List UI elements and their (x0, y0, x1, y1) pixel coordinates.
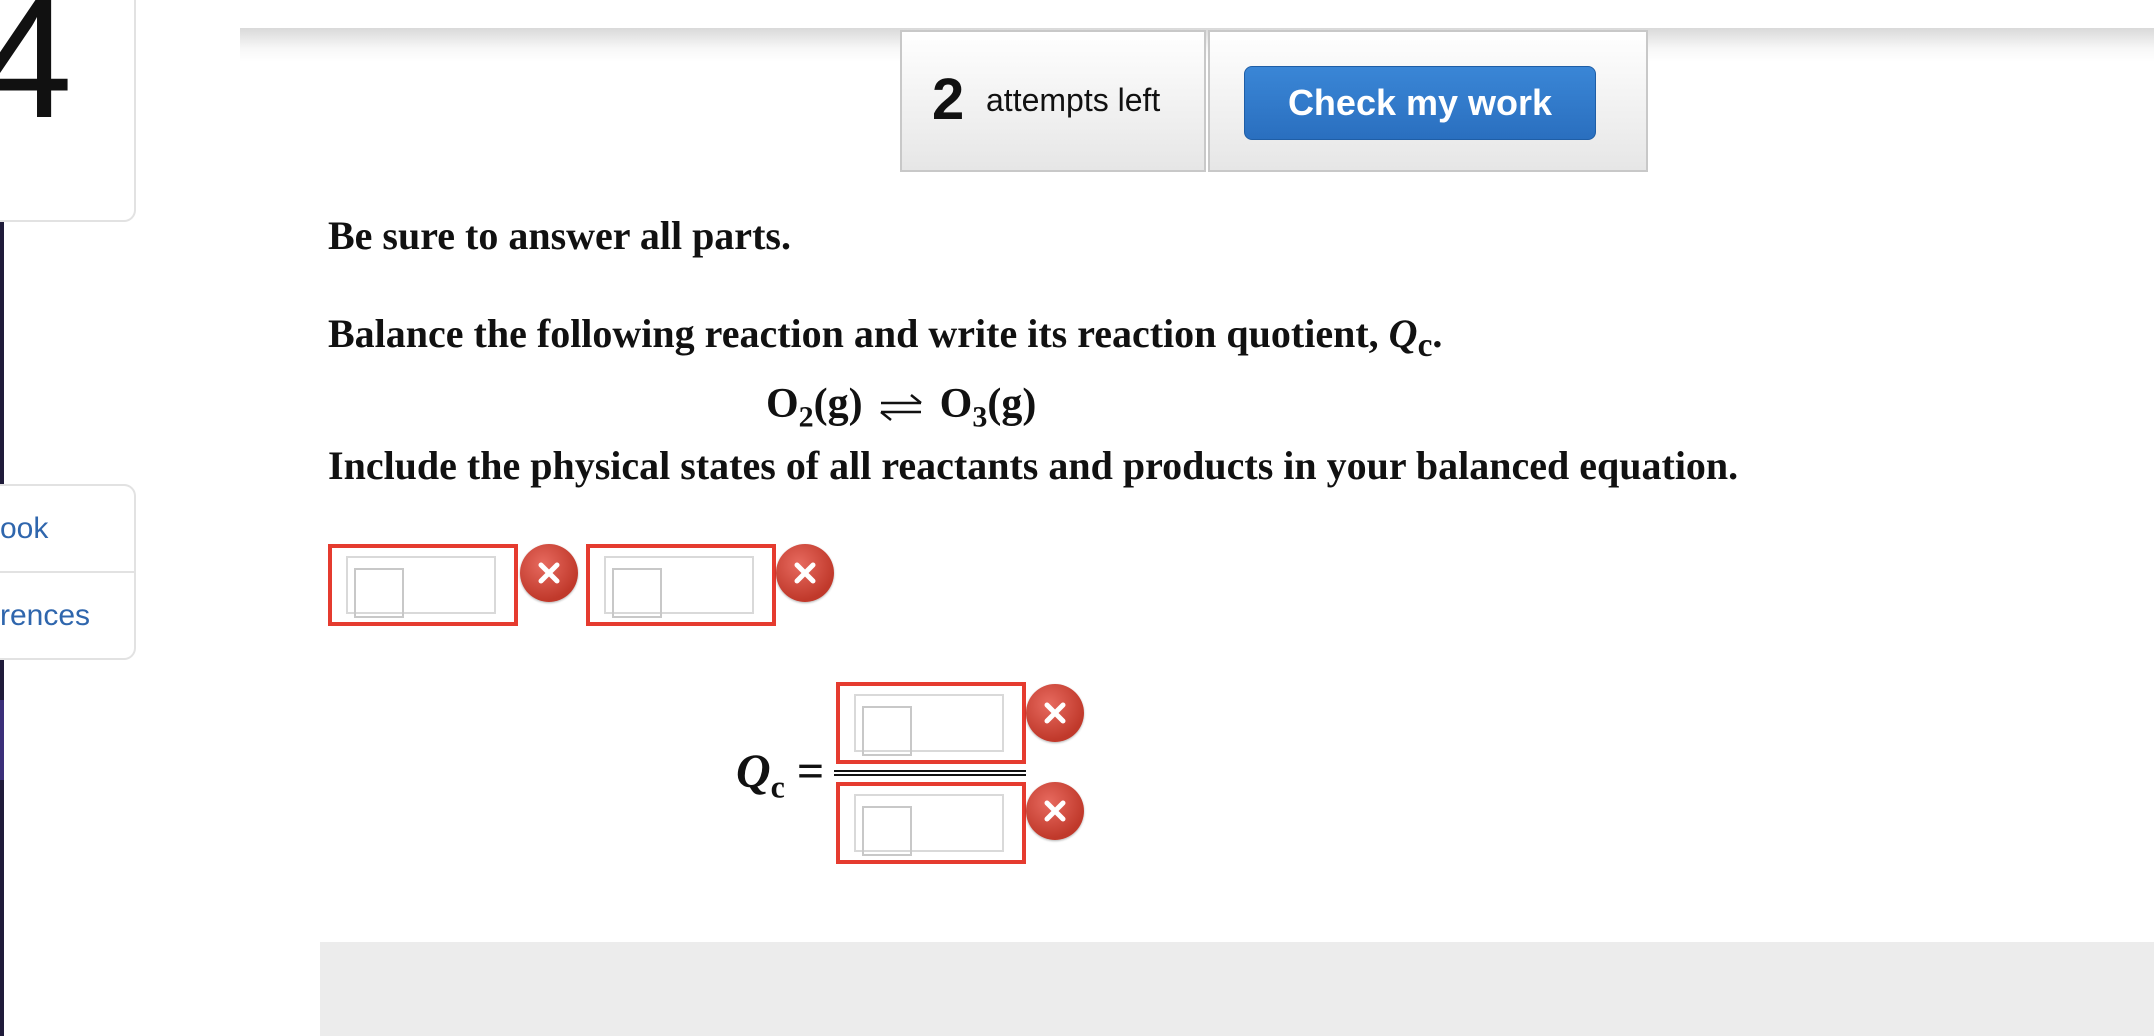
qc-symbol: Q (736, 745, 771, 798)
fraction-bar (834, 770, 1026, 776)
attempts-label: attempts left (986, 82, 1161, 118)
product-formula: O (939, 381, 973, 427)
reactant-state: (g) (813, 381, 863, 427)
references-link[interactable]: rences (0, 573, 134, 658)
product-state: (g) (987, 381, 1037, 427)
qc-denominator-field[interactable] (836, 782, 1026, 864)
bottom-panel (320, 942, 2154, 1036)
reactant-incorrect-x-icon (520, 544, 578, 602)
product-subscript: 3 (972, 400, 988, 434)
qc-subscript: c (770, 768, 785, 805)
reactant-subscript: 2 (798, 400, 814, 434)
qc-numerator-cursor-box (862, 706, 912, 756)
qc-numerator-field[interactable] (836, 682, 1026, 764)
product-answer-field[interactable] (586, 544, 776, 626)
check-work-container: Check my work (1208, 30, 1648, 172)
prompt-q-symbol: Q (1388, 311, 1418, 356)
product-cursor-box (612, 568, 662, 618)
check-my-work-button[interactable]: Check my work (1244, 66, 1596, 140)
qc-label: Qc = (736, 744, 824, 806)
question-number: 4 (0, 0, 73, 154)
prompt-end: . (1432, 311, 1443, 356)
qc-equals: = (784, 745, 825, 798)
qc-denominator-incorrect-x-icon (1026, 782, 1084, 840)
equilibrium-arrow-icon (880, 394, 922, 422)
qc-numerator-incorrect-x-icon (1026, 684, 1084, 742)
ebook-link[interactable]: ook (0, 486, 134, 573)
product-incorrect-x-icon (776, 544, 834, 602)
question-number-card: 4 (0, 0, 136, 222)
reactant-answer-field[interactable] (328, 544, 518, 626)
reaction-equation: O2(g) O3(g) (766, 380, 1036, 434)
attempts-count: 2 (932, 67, 965, 132)
reactant-cursor-box (354, 568, 404, 618)
prompt-main: Balance the following reaction and write… (328, 311, 1389, 356)
reactant-formula: O (766, 381, 799, 427)
side-menu: ook rences (0, 484, 136, 660)
include-states-text: Include the physical states of all react… (328, 443, 1739, 488)
attempts-indicator: 2 attempts left (900, 30, 1206, 172)
qc-denominator-cursor-box (862, 806, 912, 856)
prompt-q-subscript: c (1417, 327, 1433, 364)
instruction-text: Be sure to answer all parts. (328, 213, 791, 258)
prompt-text: Balance the following reaction and write… (328, 310, 1442, 365)
